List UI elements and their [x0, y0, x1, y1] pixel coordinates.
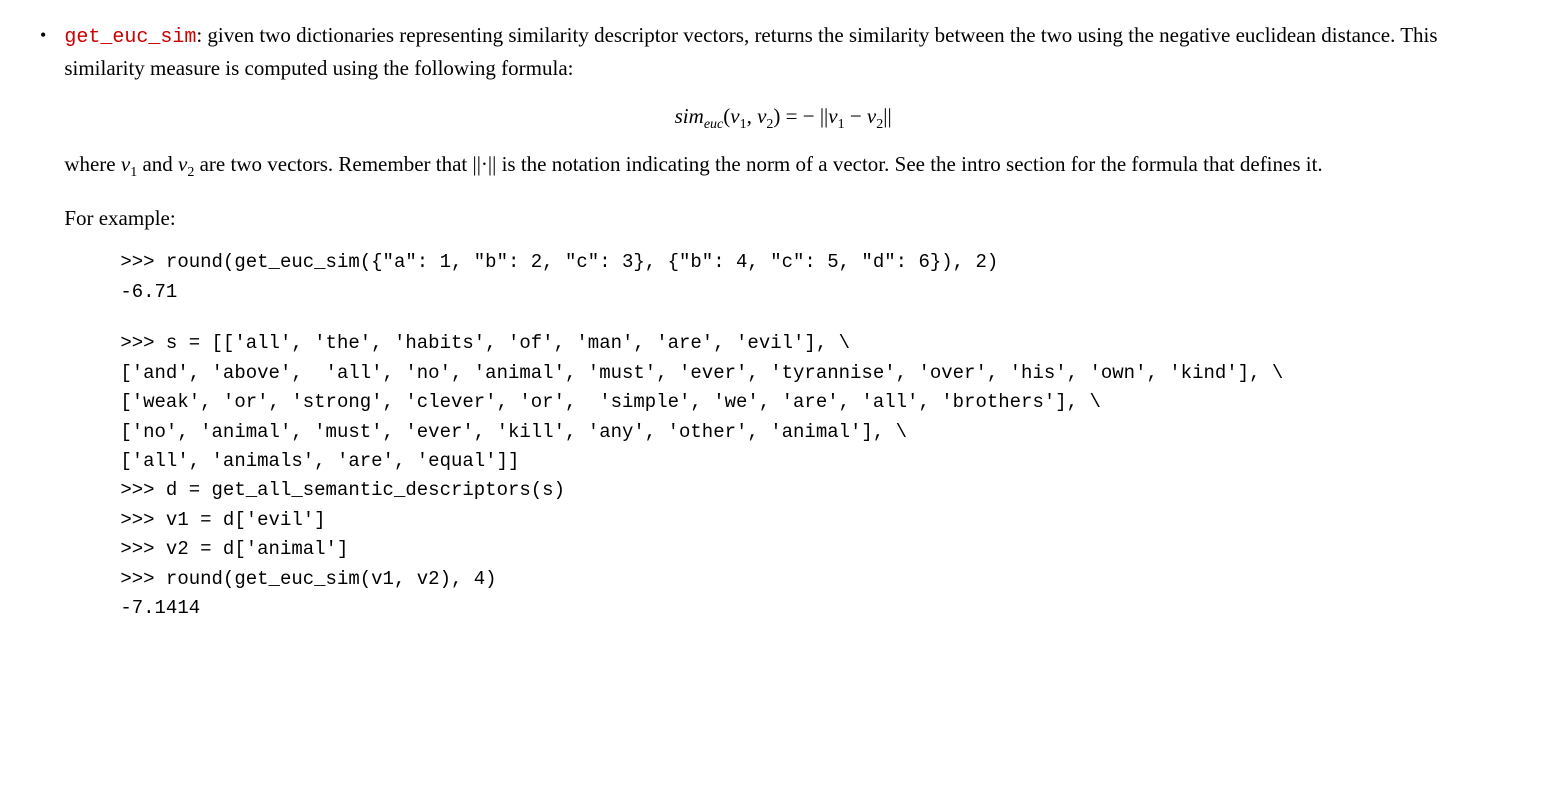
- code-example-2: >>> s = [['all', 'the', 'habits', 'of', …: [64, 329, 1502, 623]
- desc2-b: and: [137, 152, 178, 176]
- formula-lhs1: sim: [675, 104, 704, 128]
- formula-v1-sub: 1: [740, 117, 747, 132]
- example-label: For example:: [64, 203, 1502, 235]
- formula-rv1: v: [828, 104, 837, 128]
- formula-v2: v: [757, 104, 766, 128]
- desc2-c: are two vectors. Remember that ||·|| is …: [194, 152, 1322, 176]
- desc2-v2: v: [178, 152, 187, 176]
- description-text-1: : given two dictionaries representing si…: [64, 23, 1437, 80]
- formula-sub-euc: euc: [704, 117, 723, 132]
- formula-rparen-eq: ) = − ||: [773, 104, 828, 128]
- formula-norm-close: ||: [883, 104, 891, 128]
- formula-rv1-sub: 1: [838, 117, 845, 132]
- desc2-a: where: [64, 152, 121, 176]
- desc2-v1: v: [121, 152, 130, 176]
- bullet-marker: •: [40, 20, 46, 51]
- code-example-1: >>> round(get_euc_sim({"a": 1, "b": 2, "…: [64, 248, 1502, 307]
- formula-minus: −: [845, 104, 867, 128]
- content-body: get_euc_sim: given two dictionaries repr…: [64, 20, 1502, 628]
- function-name: get_euc_sim: [64, 26, 196, 49]
- code-spacer: [64, 311, 1502, 329]
- description-paragraph-2: where v1 and v2 are two vectors. Remembe…: [64, 149, 1502, 183]
- formula-v1: v: [730, 104, 739, 128]
- bullet-list-item: • get_euc_sim: given two dictionaries re…: [40, 20, 1502, 628]
- description-paragraph-1: get_euc_sim: given two dictionaries repr…: [64, 20, 1502, 85]
- formula: simeuc(v1, v2) = − ||v1 − v2||: [64, 101, 1502, 135]
- formula-rv2: v: [867, 104, 876, 128]
- formula-comma: ,: [747, 104, 758, 128]
